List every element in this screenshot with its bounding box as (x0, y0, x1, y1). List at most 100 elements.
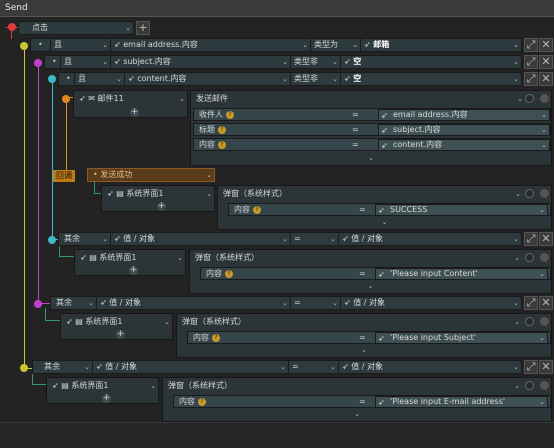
toggle-circle[interactable] (525, 94, 534, 103)
param-value-select[interactable]: ➶ subject.内容 ⌄ (378, 124, 550, 136)
else-field-select[interactable]: ➶ 值 / 对象 ⌄ (111, 233, 291, 245)
param-value-select[interactable]: ➶ 'Please input Content' ⌄ (375, 268, 548, 280)
chevron-down-icon[interactable]: ⌄ (191, 154, 551, 163)
param-row[interactable]: 内容? = ➶ content.内容 ⌄ (193, 138, 551, 151)
else-row[interactable]: 其余 ⌄ ➶ 值 / 对象 ⌄ = ⌄ ➶ 值 / 对象 ⌄ (32, 360, 522, 374)
logic-op-select[interactable]: 且 ⌄ (51, 39, 111, 51)
condition-value-select[interactable]: ➶ 空 ⌄ (341, 73, 521, 85)
plus-icon[interactable]: + (102, 394, 111, 403)
toggle-circle[interactable] (525, 317, 534, 326)
condition-field-select[interactable]: ➶ content.内容 ⌄ (125, 73, 291, 85)
else-field-select[interactable]: ➶ 值 / 对象 ⌄ (93, 361, 289, 373)
else-value-select[interactable]: ➶ 值 / 对象 ⌄ (341, 297, 521, 309)
ui-node-select[interactable]: ➶ ▤ 系统界面1 ⌄ (49, 380, 158, 392)
plus-icon[interactable]: + (157, 202, 166, 211)
event-bar[interactable]: 点击 ⌄ (18, 21, 134, 35)
param-value-select[interactable]: ➶ SUCCESS ⌄ (375, 204, 548, 216)
logic-op-select[interactable]: 其余 ⌄ (61, 233, 111, 245)
drag-handle[interactable]: • (35, 39, 51, 51)
expand-icon[interactable]: ⤢ (524, 55, 538, 69)
condition-row[interactable]: • 且 ⌄ ➶ subject.内容 ⌄ 类型非 ⌄ ➶ 空 ⌄ (44, 55, 522, 69)
close-icon[interactable]: ✕ (539, 360, 553, 374)
ui-node-select[interactable]: ➶ ▤ 系统界面1 ⌄ (104, 188, 214, 200)
close-icon[interactable]: ✕ (539, 55, 553, 69)
chevron-down-icon[interactable]: ⌄ (218, 218, 551, 227)
else-test-select[interactable]: = ⌄ (291, 233, 339, 245)
toggle-circle[interactable] (540, 94, 549, 103)
param-row[interactable]: 收件人? = ➶ email address.内容 ⌄ (193, 108, 551, 121)
param-value-select[interactable]: ➶ email address.内容 ⌄ (378, 109, 550, 121)
mail-action-select[interactable]: 发送邮件 ⌄ (193, 93, 525, 105)
ui-node-select[interactable]: ➶ ▤ 系统界面1 ⌄ (77, 252, 185, 264)
popup-action-select[interactable]: 弹窗（系统样式） ⌄ (220, 188, 523, 200)
popup-action-select[interactable]: 弹窗（系统样式） ⌄ (165, 380, 522, 392)
toggle-circle[interactable] (525, 189, 534, 198)
close-icon[interactable]: ✕ (539, 232, 553, 246)
expand-icon[interactable]: ⤢ (524, 72, 538, 86)
toggle-circle[interactable] (540, 189, 549, 198)
ui-node[interactable]: ➶ ▤ 系统界面1 ⌄ + (46, 377, 159, 404)
branch-port[interactable] (20, 42, 28, 50)
mail-node-select[interactable]: ➶ ✉ 邮件11 ⌄ (76, 93, 187, 105)
condition-value-select[interactable]: ➶ 空 ⌄ (341, 56, 521, 68)
else-field-select[interactable]: ➶ 值 / 对象 ⌄ (97, 297, 291, 309)
param-value-select[interactable]: ➶ 'Please input Subject' ⌄ (375, 332, 548, 344)
else-value-select[interactable]: ➶ 值 / 对象 ⌄ (339, 233, 521, 245)
logic-op-select[interactable]: 其余 ⌄ (41, 361, 93, 373)
drag-handle[interactable]: • (63, 73, 75, 85)
param-value-select[interactable]: ➶ 'Please input E-mail address' ⌄ (375, 396, 548, 408)
add-event-button[interactable]: + (136, 21, 150, 35)
condition-field-select[interactable]: ➶ email address.内容 ⌄ (111, 39, 311, 51)
else-row[interactable]: 其余 ⌄ ➶ 值 / 对象 ⌄ = ⌄ ➶ 值 / 对象 ⌄ (58, 232, 522, 246)
ui-node[interactable]: ➶ ▤ 系统界面1 ⌄ + (101, 185, 215, 212)
mail-node[interactable]: ➶ ✉ 邮件11 ⌄ + (73, 90, 188, 118)
ui-node-select[interactable]: ➶ ▤ 系统界面1 ⌄ (63, 316, 172, 328)
plus-icon[interactable]: + (129, 266, 138, 275)
condition-test-select[interactable]: 类型为 ⌄ (311, 39, 361, 51)
param-row[interactable]: 内容? = ➶ 'Please input E-mail address' ⌄ (173, 395, 551, 408)
branch-port[interactable] (34, 300, 42, 308)
condition-test-select[interactable]: 类型非 ⌄ (291, 56, 341, 68)
else-row[interactable]: 其余 ⌄ ➶ 值 / 对象 ⌄ = ⌄ ➶ 值 / 对象 ⌄ (50, 296, 522, 310)
param-row[interactable]: 内容? = ➶ 'Please input Content' ⌄ (200, 267, 551, 280)
event-port[interactable] (8, 23, 16, 31)
ui-node[interactable]: ➶ ▤ 系统界面1 ⌄ + (74, 249, 186, 276)
close-icon[interactable]: ✕ (539, 38, 553, 52)
toggle-circle[interactable] (540, 317, 549, 326)
condition-test-select[interactable]: 类型非 ⌄ (291, 73, 341, 85)
chevron-down-icon[interactable]: ⌄ (163, 410, 551, 419)
toggle-circle[interactable] (525, 253, 534, 262)
callback-event-select[interactable]: • 发送成功 ⌄ (87, 168, 215, 182)
expand-icon[interactable]: ⤢ (524, 360, 538, 374)
logic-op-select[interactable]: 且 ⌄ (61, 56, 111, 68)
ui-node[interactable]: ➶ ▤ 系统界面1 ⌄ + (60, 313, 173, 340)
popup-action-select[interactable]: 弹窗（系统样式） ⌄ (179, 316, 522, 328)
expand-icon[interactable]: ⤢ (524, 232, 538, 246)
logic-op-select[interactable]: 且 ⌄ (75, 73, 125, 85)
param-row[interactable]: 内容? = ➶ SUCCESS ⌄ (228, 203, 551, 216)
else-test-select[interactable]: = ⌄ (291, 297, 341, 309)
toggle-circle[interactable] (525, 381, 534, 390)
branch-port[interactable] (34, 59, 42, 67)
popup-action-select[interactable]: 弹窗（系统样式） ⌄ (192, 252, 522, 264)
condition-value-select[interactable]: ➶ 邮箱 ⌄ (361, 39, 521, 51)
expand-icon[interactable]: ⤢ (524, 38, 538, 52)
event-trigger-select[interactable]: 点击 ⌄ (29, 22, 133, 34)
plus-icon[interactable]: + (116, 330, 125, 339)
toggle-circle[interactable] (540, 381, 549, 390)
param-row[interactable]: 标题? = ➶ subject.内容 ⌄ (193, 123, 551, 136)
branch-port[interactable] (48, 236, 56, 244)
plus-icon[interactable]: + (130, 108, 139, 117)
condition-row[interactable]: • 且 ⌄ ➶ content.内容 ⌄ 类型非 ⌄ ➶ 空 ⌄ (58, 72, 522, 86)
toggle-circle[interactable] (540, 253, 549, 262)
param-row[interactable]: 内容? = ➶ 'Please input Subject' ⌄ (187, 331, 551, 344)
branch-port[interactable] (48, 75, 56, 83)
drag-handle[interactable]: • (49, 56, 61, 68)
close-icon[interactable]: ✕ (539, 72, 553, 86)
expand-icon[interactable]: ⤢ (524, 296, 538, 310)
else-value-select[interactable]: ➶ 值 / 对象 ⌄ (339, 361, 521, 373)
close-icon[interactable]: ✕ (539, 296, 553, 310)
condition-row[interactable]: • 且 ⌄ ➶ email address.内容 ⌄ 类型为 ⌄ ➶ 邮箱 ⌄ (30, 38, 522, 52)
else-test-select[interactable]: = ⌄ (289, 361, 339, 373)
param-value-select[interactable]: ➶ content.内容 ⌄ (378, 139, 550, 151)
